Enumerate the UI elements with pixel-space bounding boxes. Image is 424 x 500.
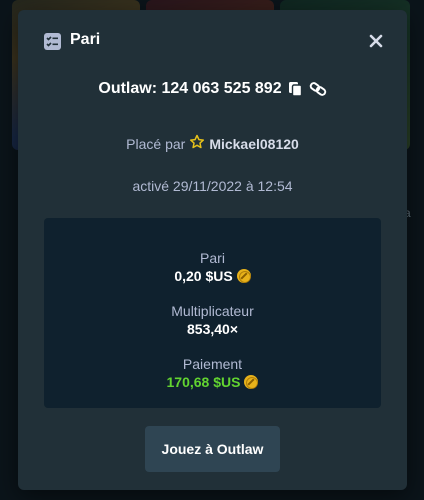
payout-label: Paiement	[182, 356, 243, 372]
bet-amount-stat: Pari 0,20 $US	[44, 250, 381, 285]
tether-coin-icon	[244, 375, 259, 389]
multiplier-label: Multiplicateur	[171, 303, 254, 319]
star-icon	[189, 134, 205, 153]
activation-date: activé 29/11/2022 à 12:54	[132, 178, 293, 194]
multiplier-value: 853,40×	[187, 321, 238, 337]
bets-list-icon	[44, 33, 61, 50]
close-icon	[369, 34, 383, 48]
close-button[interactable]	[365, 30, 387, 52]
bet-stats-panel: Pari 0,20 $US Multiplicateur 853,40× Pai…	[44, 218, 381, 408]
play-game-button[interactable]: Jouez à Outlaw	[145, 426, 280, 472]
bet-amount-value: 0,20 $US	[174, 268, 233, 284]
bet-amount-value-row: 0,20 $US	[44, 267, 381, 285]
game-id-row: Outlaw: 124 063 525 892	[18, 80, 407, 98]
payout-value-row: 170,68 $US	[44, 373, 381, 391]
copy-icon[interactable]	[288, 81, 303, 97]
placed-by-row: Placé par Mickael08120	[18, 134, 407, 153]
link-icon[interactable]	[309, 81, 327, 97]
game-id-label: Outlaw: 124 063 525 892	[98, 80, 282, 97]
payout-value: 170,68 $US	[166, 374, 241, 390]
tether-coin-icon	[236, 269, 251, 283]
bet-details-modal: Pari Outlaw: 124 063 525 892 Placé par M…	[18, 10, 407, 490]
modal-title: Pari	[70, 31, 101, 48]
payout-stat: Paiement 170,68 $US	[44, 356, 381, 391]
bet-amount-label: Pari	[200, 250, 225, 266]
multiplier-stat: Multiplicateur 853,40×	[44, 303, 381, 338]
username-link[interactable]: Mickael08120	[209, 136, 299, 152]
modal-header: Pari	[18, 10, 407, 72]
multiplier-value-row: 853,40×	[44, 320, 381, 338]
placed-by-label: Placé par	[126, 135, 186, 152]
